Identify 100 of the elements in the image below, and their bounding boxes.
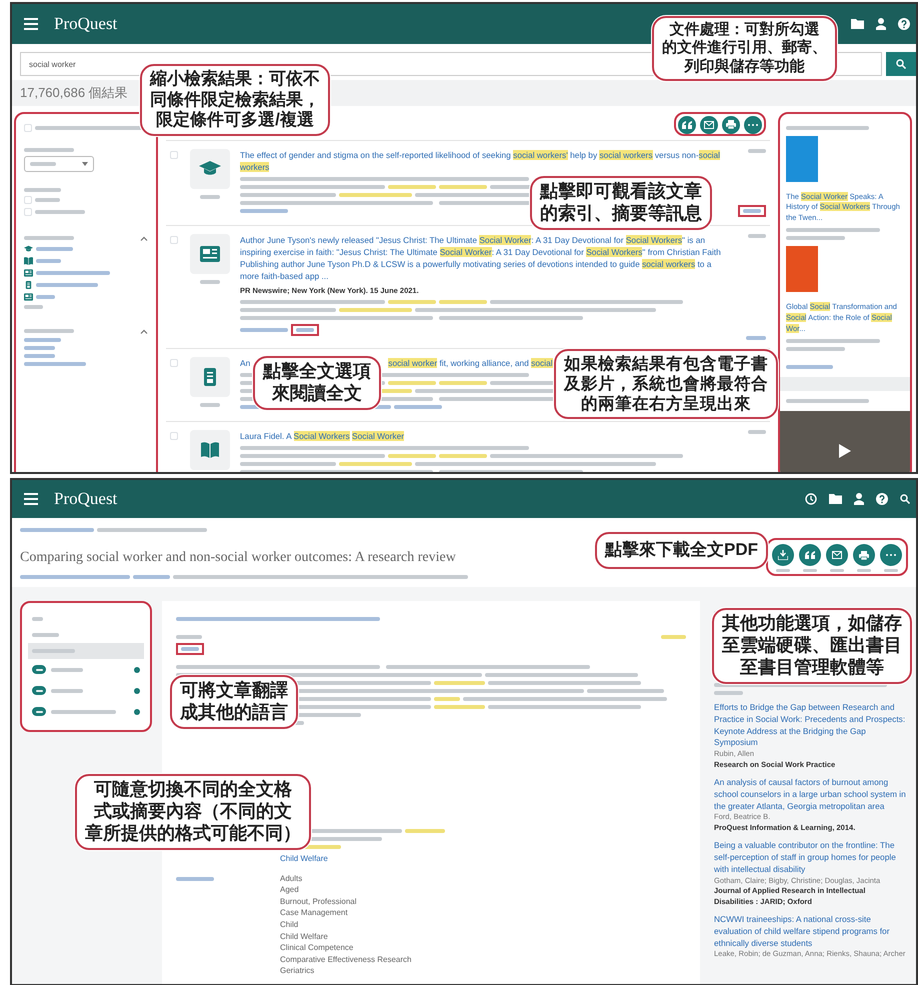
text-placeholder-line [24, 188, 62, 192]
document-icon [204, 368, 216, 386]
result-checkbox[interactable] [170, 432, 178, 440]
text-placeholder-line [36, 246, 74, 250]
text-placeholder-line [388, 454, 436, 458]
text-placeholder-line [133, 575, 170, 579]
text-placeholder-line [434, 697, 460, 701]
result-checkbox[interactable] [170, 150, 178, 158]
text-placeholder-line [200, 280, 220, 284]
related-title[interactable]: Being a valuable contributor on the frontline: The self-perception of staff in group homes for people with intellectual disability [714, 840, 906, 876]
search-button[interactable] [886, 52, 916, 76]
quote-icon [805, 551, 815, 559]
subject-term: Geriatrics [280, 965, 316, 977]
document-icon [24, 280, 33, 288]
text-placeholder-line [884, 569, 898, 572]
subject-term: Aged [280, 884, 300, 896]
text-placeholder-line [434, 705, 485, 709]
text-placeholder-line [36, 282, 98, 286]
newspaper-icon [24, 292, 33, 300]
search-icon [896, 59, 906, 69]
abstract-link[interactable] [738, 204, 766, 217]
text-placeholder-line [830, 569, 844, 572]
caret-down-icon [82, 162, 88, 166]
result-title[interactable]: The effect of gender and stigma on the self-reported likelihood of seeking social workers' help by social workers versus non-social workers [240, 148, 722, 173]
person-icon [854, 493, 864, 505]
more-options-button[interactable] [880, 544, 902, 566]
print-button[interactable] [853, 544, 875, 566]
more-options-button[interactable] [744, 116, 762, 134]
subject-term: Burnout, Professional [280, 896, 358, 908]
text-placeholder-line [434, 681, 485, 685]
text-placeholder-line [36, 668, 42, 670]
status-dot [134, 708, 140, 714]
text-placeholder-line [30, 162, 56, 166]
email-icon [832, 551, 842, 559]
email-button[interactable] [700, 116, 718, 134]
brand-logo[interactable]: ProQuest [54, 486, 118, 512]
text-placeholder-line [200, 402, 220, 407]
text-placeholder-line [438, 184, 487, 189]
folder-icon [851, 19, 864, 29]
cite-button[interactable] [799, 544, 821, 566]
folder-icon [829, 494, 842, 504]
callout-note: 點擊即可觀看該文章 的索引、摘要等訊息 [530, 176, 712, 230]
result-title[interactable]: social worker fit, working alliance, and social [388, 358, 553, 368]
text-placeholder-line [743, 208, 761, 213]
result-checkbox[interactable] [170, 358, 178, 367]
checkbox[interactable] [24, 124, 32, 132]
text-placeholder-line [36, 710, 42, 712]
chevron-up-icon [140, 236, 148, 240]
result-title[interactable]: Laura Fidel. A Social Workers Social Worker [240, 430, 722, 442]
menu-icon [24, 493, 38, 505]
text-placeholder-line [176, 876, 214, 881]
text-placeholder-line [394, 405, 442, 410]
printer-icon [726, 120, 736, 129]
callout-note: 文件處理：可對所勾選 的文件進行引用、郵寄、 列印與儲存等功能 [652, 16, 837, 81]
related-title[interactable]: Efforts to Bridge the Gap between Research and Practice in Social Work: Precedents and Prospects: Keynote Address at the Bridging the Gap Symposium [714, 702, 906, 750]
download-pdf-button[interactable] [772, 544, 794, 566]
related-title[interactable]: NCWWI traineeships: A national cross-site evaluation of child welfare stipend programs for ethnically diverse students [714, 914, 906, 950]
text-placeholder-line [438, 300, 487, 304]
callout-note: 可隨意切換不同的全文格 式或摘要內容（不同的文 章所提供的格式可能不同） [75, 774, 311, 850]
text-placeholder-line [786, 364, 834, 369]
full-text-link[interactable] [291, 324, 320, 336]
text-placeholder-line [24, 236, 74, 240]
email-button[interactable] [826, 544, 848, 566]
help-icon [876, 493, 888, 505]
print-button[interactable] [722, 116, 740, 134]
search-icon [900, 494, 910, 504]
text-placeholder-line [660, 635, 686, 639]
subject-term: Clinical Competence [280, 942, 354, 954]
text-placeholder-line [36, 294, 55, 298]
text-placeholder-line [803, 569, 817, 572]
newspaper-icon [200, 246, 220, 262]
text-placeholder-line [24, 346, 55, 350]
subject-term: Comparative Effectiveness Research [280, 954, 412, 966]
subject-link[interactable]: Child Welfare [280, 853, 328, 865]
related-title[interactable]: An analysis of causal factors of burnout among school counselors in a large urban school system in the greater Atlanta, Georgia metropolitan area [714, 777, 906, 812]
status-dot [134, 688, 140, 694]
callout-note: 點擊來下載全文PDF [595, 532, 768, 569]
checkbox[interactable] [24, 208, 32, 216]
chevron-up-icon [140, 328, 148, 334]
callout-note: 點擊全文選項 來閱讀全文 [253, 356, 381, 410]
text-placeholder-line [35, 198, 60, 202]
email-icon [704, 120, 714, 128]
text-placeholder-line [24, 329, 74, 333]
translate-link[interactable] [176, 643, 204, 655]
checkbox[interactable] [24, 196, 32, 204]
result-title[interactable]: An [240, 358, 250, 368]
book-icon [24, 256, 33, 264]
book-icon [201, 442, 219, 458]
result-checkbox[interactable] [170, 236, 178, 244]
text-placeholder-line [388, 184, 436, 189]
text-placeholder-line [746, 336, 766, 340]
video-thumbnail[interactable] [780, 410, 910, 472]
brand-logo[interactable]: ProQuest [54, 11, 118, 37]
text-placeholder-line [240, 208, 288, 213]
text-placeholder-line [24, 148, 74, 152]
text-placeholder-line [51, 710, 116, 714]
subject-term: Case Management [280, 907, 349, 919]
text-placeholder-line [786, 236, 845, 240]
text-placeholder-line [714, 691, 743, 695]
cite-button[interactable] [678, 116, 696, 134]
